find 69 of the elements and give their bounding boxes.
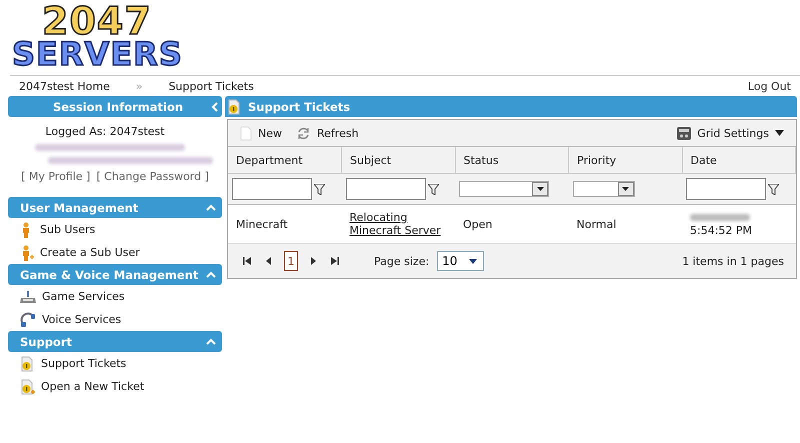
menu-item[interactable]: Support Tickets <box>8 352 222 375</box>
page-size-label: Page size: <box>374 254 430 268</box>
info-document-icon <box>227 98 242 114</box>
column-header[interactable]: Subject <box>342 147 455 174</box>
document-icon <box>240 126 252 140</box>
filter-icon[interactable] <box>314 184 325 194</box>
panel-title: Session Information <box>52 100 184 114</box>
breadcrumb-link[interactable]: Support Tickets <box>168 80 254 92</box>
refresh-button[interactable]: Refresh <box>292 126 363 140</box>
new-document-icon <box>20 378 35 394</box>
profile-link[interactable]: [ My Profile ] <box>21 170 90 183</box>
filter-icon[interactable] <box>428 184 438 194</box>
filter-dropdown[interactable] <box>459 181 549 197</box>
page-size-dropdown[interactable]: 10 <box>437 251 484 271</box>
column-header[interactable]: Status <box>455 147 568 174</box>
caret-icon <box>469 258 478 264</box>
column-header[interactable]: Department <box>228 147 342 174</box>
logo-text: SERVERS <box>12 38 183 70</box>
table-cell: Open <box>455 204 568 243</box>
panel-icon <box>677 126 692 140</box>
menu-item[interactable]: Open a New Ticket <box>8 375 222 398</box>
filter-icon[interactable] <box>768 184 779 194</box>
last-page-button[interactable] <box>328 254 342 268</box>
table-cell: Minecraft <box>228 204 342 243</box>
ticket-link[interactable]: Relocating Minecraft Server <box>350 211 447 237</box>
last-page-icon <box>330 256 340 266</box>
headset-icon <box>20 312 36 328</box>
console-icon <box>20 290 36 304</box>
pager-summary: 1 items in 1 pages <box>682 254 784 268</box>
table-cell: Normal <box>568 204 682 243</box>
collapse-icon[interactable] <box>206 204 216 211</box>
filter-field[interactable] <box>232 178 312 200</box>
collapse-icon[interactable] <box>206 338 216 345</box>
menu-item[interactable]: Voice Services <box>8 308 222 331</box>
caret-icon <box>775 130 784 136</box>
refresh-icon <box>296 126 311 140</box>
menu-item[interactable]: Game Services <box>8 285 222 308</box>
logout-link[interactable]: Log Out <box>748 80 791 92</box>
panel-title: Support Tickets <box>248 100 350 114</box>
table-cell: 5:54:52 PM <box>690 224 752 237</box>
redacted-text <box>690 214 750 222</box>
section-title: Game & Voice Management <box>20 268 200 282</box>
previous-icon <box>264 256 274 266</box>
profile-link[interactable]: [ Change Password ] <box>96 170 209 183</box>
menu-item[interactable]: Create a Sub User <box>8 241 222 264</box>
breadcrumb-separator: » <box>136 80 143 92</box>
first-page-button[interactable] <box>240 254 254 268</box>
collapse-icon[interactable] <box>206 271 216 278</box>
info-document-icon <box>20 356 35 372</box>
filter-dropdown[interactable] <box>572 181 634 197</box>
menu-item[interactable]: Sub Users <box>8 218 222 241</box>
breadcrumb-link[interactable]: 2047stest Home <box>19 80 110 92</box>
add-person-icon <box>20 244 34 260</box>
column-header[interactable]: Priority <box>568 147 682 174</box>
grid-settings-button[interactable]: Grid Settings <box>673 126 788 140</box>
filter-field[interactable] <box>346 178 426 200</box>
collapse-icon[interactable] <box>211 102 218 112</box>
logo-text: 2047 <box>42 2 152 38</box>
new-button[interactable]: New <box>236 126 286 140</box>
first-page-icon <box>242 256 252 266</box>
column-header[interactable]: Date <box>682 147 796 174</box>
caret-icon <box>622 187 629 191</box>
next-icon <box>308 256 318 266</box>
caret-icon <box>536 187 544 191</box>
filter-field[interactable] <box>686 178 766 200</box>
section-title: User Management <box>20 200 140 214</box>
logged-as-text: Logged As: 2047stest <box>45 125 165 138</box>
section-title: Support <box>20 334 74 348</box>
page-number-button[interactable]: 1 <box>284 251 298 271</box>
